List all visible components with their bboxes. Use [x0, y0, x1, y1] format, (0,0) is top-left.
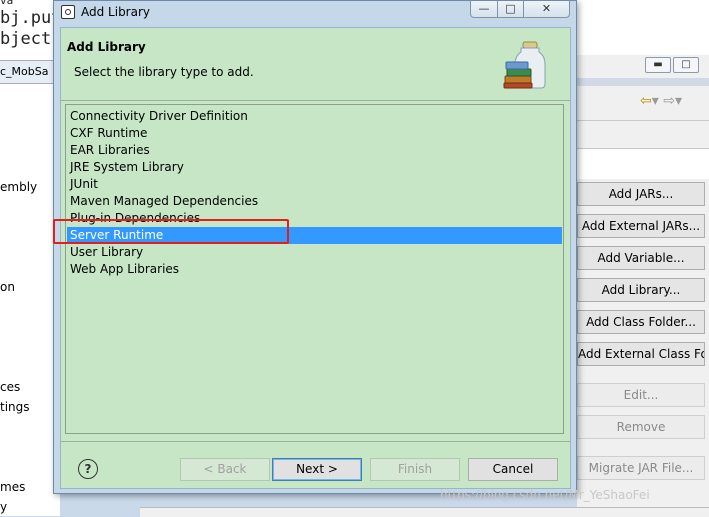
tree-item-fragment[interactable]: ces — [0, 380, 20, 394]
code-line: bj.put — [0, 8, 60, 28]
header-divider — [61, 100, 570, 101]
edit-button[interactable]: Edit... — [577, 383, 705, 407]
dropdown-icon[interactable]: ▾ — [675, 93, 682, 109]
add-variable-button[interactable]: Add Variable... — [577, 246, 705, 270]
close-icon[interactable]: ✕ — [523, 1, 570, 18]
list-item[interactable]: EAR Libraries — [67, 142, 562, 159]
next-button[interactable]: Next > — [272, 458, 362, 481]
editor-tab[interactable]: c_MobSa — [0, 60, 60, 84]
migrate-jar-file-button[interactable]: Migrate JAR File... — [577, 456, 705, 480]
add-class-folder-button[interactable]: Add Class Folder... — [577, 310, 705, 334]
list-item[interactable]: Maven Managed Dependencies — [67, 193, 562, 210]
window-title: Add Library — [81, 5, 151, 19]
watermark: https://blog.csdn.net/Mr_YeShaoFei — [440, 488, 650, 502]
dropdown-icon[interactable]: ▾ — [652, 93, 659, 109]
tree-item-fragment[interactable]: embly — [0, 180, 37, 194]
tree-item-fragment[interactable]: y — [0, 500, 7, 514]
remove-button[interactable]: Remove — [577, 415, 705, 439]
help-icon[interactable]: ? — [78, 459, 98, 479]
page-description: Select the library type to add. — [74, 65, 254, 79]
add-external-jars-button[interactable]: Add External JARs... — [577, 214, 705, 238]
footer-divider — [61, 441, 570, 442]
maximize-icon[interactable]: □ — [673, 57, 699, 73]
list-item[interactable]: Web App Libraries — [67, 261, 562, 278]
properties-band — [577, 78, 709, 86]
eclipse-icon — [61, 5, 75, 19]
add-library-button[interactable]: Add Library... — [577, 278, 705, 302]
list-item[interactable]: Connectivity Driver Definition — [67, 108, 562, 125]
page-title: Add Library — [67, 40, 146, 54]
tree-item-fragment[interactable]: mes — [0, 480, 25, 494]
list-item[interactable]: User Library — [67, 244, 562, 261]
add-jars-button[interactable]: Add JARs... — [577, 182, 705, 206]
minimize-icon[interactable]: — — [470, 1, 498, 18]
cancel-button[interactable]: Cancel — [468, 458, 558, 481]
properties-tree-fragment: embly on ces tings mes y — [0, 84, 60, 516]
nav-arrows: ⇦▾ ⇨▾ — [640, 93, 706, 113]
back-arrow-icon[interactable]: ⇦ — [640, 93, 652, 109]
maximize-icon[interactable]: □ — [497, 1, 524, 18]
dialog-titlebar[interactable]: Add Library — □ ✕ — [54, 1, 576, 25]
background-window-controls: ▬ □ — [645, 57, 701, 73]
selection-highlight-box — [53, 219, 289, 244]
minimize-icon[interactable]: ▬ — [645, 57, 671, 73]
add-library-dialog: Add Library — □ ✕ Add Library Select the… — [53, 0, 577, 494]
library-type-list[interactable]: Connectivity Driver Definition CXF Runti… — [65, 104, 564, 434]
tree-item-fragment[interactable]: tings — [0, 400, 30, 414]
dialog-body: Add Library Select the library type to a… — [60, 27, 571, 489]
code-line: bject — [0, 29, 52, 49]
list-item[interactable]: JUnit — [67, 176, 562, 193]
tree-item-fragment[interactable]: on — [0, 280, 15, 294]
forward-arrow-icon[interactable]: ⇨ — [663, 93, 675, 109]
list-item[interactable]: JRE System Library — [67, 159, 562, 176]
library-jar-icon — [503, 41, 546, 89]
tab-strip-fragment — [577, 149, 709, 179]
list-item[interactable]: CXF Runtime — [67, 125, 562, 142]
divider — [577, 120, 709, 121]
back-button[interactable]: < Back — [180, 458, 270, 481]
finish-button[interactable]: Finish — [370, 458, 460, 481]
add-external-class-folder-button[interactable]: Add External Class Folde — [577, 342, 705, 366]
properties-pane-top — [577, 0, 709, 55]
